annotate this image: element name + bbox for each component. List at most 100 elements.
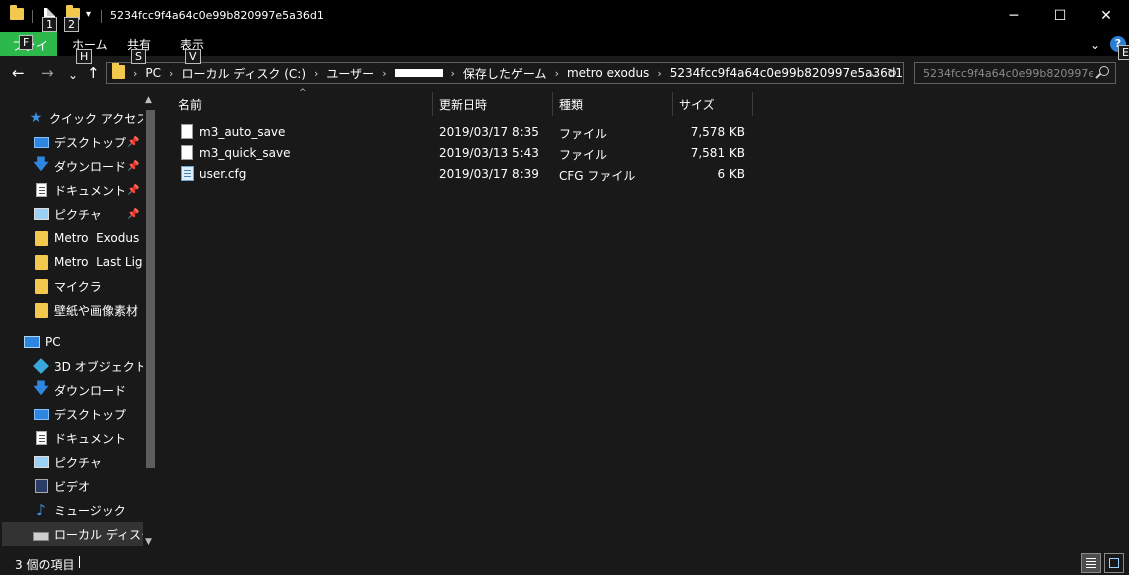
sidebar-item-label: ドキュメント <box>54 431 127 446</box>
file-size: 6 KB <box>717 167 745 181</box>
maximize-button[interactable]: ☐ <box>1037 0 1083 32</box>
sidebar-item-label: デスクトップ <box>54 407 127 422</box>
breadcrumb-pc[interactable]: PC <box>145 66 161 80</box>
quick-access-dropdown-icon[interactable]: ▾ <box>86 9 91 20</box>
pin-icon[interactable]: 📌 <box>127 161 139 172</box>
sidebar-item-label: ピクチャ <box>54 455 102 470</box>
file-row[interactable]: m3_auto_save 2019/03/17 8:35 ファイル 7,578 … <box>172 122 752 143</box>
back-button[interactable]: ← <box>12 64 25 82</box>
breadcrumb-metro-exodus[interactable]: metro exodus <box>567 66 649 80</box>
minimize-button[interactable]: ─ <box>991 0 1037 32</box>
folder-icon <box>33 278 49 294</box>
sidebar-item-metro-exodus[interactable]: Metro Exodus <box>33 226 143 250</box>
breadcrumb-separator[interactable]: › <box>382 67 386 80</box>
column-header-date[interactable]: 更新日時 <box>439 96 487 113</box>
file-type: CFG ファイル <box>559 169 636 183</box>
computer-icon <box>24 334 40 350</box>
expand-ribbon-icon[interactable]: ⌄ <box>1090 38 1100 52</box>
recent-locations-button[interactable]: ⌄ <box>68 66 78 84</box>
file-date: 2019/03/17 8:35 <box>439 125 539 139</box>
folder-icon <box>112 63 125 82</box>
download-icon: 🡇 <box>33 378 49 397</box>
3d-objects-icon <box>33 358 49 374</box>
address-dropdown-icon[interactable]: ⌄ <box>869 66 879 80</box>
folder-icon <box>33 254 49 270</box>
column-header-size[interactable]: サイズ <box>679 96 715 113</box>
pin-icon[interactable]: 📌 <box>127 209 139 220</box>
folder-app-icon[interactable] <box>10 5 24 20</box>
file-row[interactable]: user.cfg 2019/03/17 8:39 CFG ファイル 6 KB <box>172 164 752 185</box>
file-row[interactable]: m3_quick_save 2019/03/13 5:43 ファイル 7,581… <box>172 143 752 164</box>
column-divider[interactable] <box>752 92 753 116</box>
sidebar-item-label: ダウンロード <box>54 383 127 398</box>
sidebar-item-metro-last-light[interactable]: Metro Last Light <box>33 250 143 274</box>
file-type: ファイル <box>559 127 608 141</box>
scroll-up-icon[interactable]: ▲ <box>145 95 152 105</box>
large-icons-view-button[interactable] <box>1104 553 1124 573</box>
details-view-icon <box>1086 558 1096 559</box>
breadcrumb-separator[interactable]: › <box>133 67 137 80</box>
refresh-button[interactable]: ↻ <box>887 66 897 80</box>
details-view-button[interactable] <box>1081 553 1101 573</box>
file-name: user.cfg <box>199 167 247 181</box>
sidebar-item-music[interactable]: ♪ ミュージック <box>33 498 143 522</box>
sidebar-item-label: デスクトップ <box>54 135 127 150</box>
file-size: 7,578 KB <box>690 125 745 139</box>
sidebar-item-wallpapers[interactable]: 壁紙や画像素材 <box>33 298 143 322</box>
breadcrumb-current-folder[interactable]: 5234fcc9f4a64c0e99b820997e5a36d1 <box>670 66 903 80</box>
breadcrumb-username-redacted[interactable] <box>394 69 443 77</box>
breadcrumb-separator[interactable]: › <box>451 67 455 80</box>
search-icon[interactable] <box>1099 66 1109 76</box>
column-divider[interactable] <box>432 92 433 116</box>
column-header-type[interactable]: 種類 <box>559 96 583 113</box>
column-divider[interactable] <box>552 92 553 116</box>
breadcrumb-separator[interactable]: › <box>314 67 318 80</box>
close-button[interactable]: ✕ <box>1083 0 1129 32</box>
breadcrumb-saved-games[interactable]: 保存したゲーム <box>463 65 547 82</box>
file-date: 2019/03/13 5:43 <box>439 146 539 160</box>
sidebar-item-pc-pictures[interactable]: ピクチャ <box>33 450 143 474</box>
column-divider[interactable] <box>672 92 673 116</box>
sidebar-item-pc-documents[interactable]: ドキュメント <box>33 426 143 450</box>
breadcrumb-separator[interactable]: › <box>169 67 173 80</box>
keytip-h: H <box>76 49 93 64</box>
file-type: ファイル <box>559 148 608 162</box>
sidebar-item-quick-access[interactable]: ★ クイック アクセス <box>28 106 143 130</box>
file-date: 2019/03/17 8:39 <box>439 167 539 181</box>
breadcrumb-users[interactable]: ユーザー <box>326 65 374 82</box>
search-box[interactable]: 5234fcc9f4a64c0e99b820997e... <box>914 62 1116 84</box>
file-icon <box>181 124 193 139</box>
video-icon <box>33 478 49 494</box>
drive-icon <box>33 526 49 542</box>
status-bar <box>0 549 1129 575</box>
sidebar-item-label: ピクチャ <box>54 207 102 222</box>
desktop-icon <box>33 134 49 150</box>
address-bar[interactable]: › PC › ローカル ディスク (C:) › ユーザー › › 保存したゲーム… <box>106 62 904 84</box>
sidebar-item-label: ビデオ <box>54 479 91 494</box>
breadcrumb-separator[interactable]: › <box>657 67 661 80</box>
breadcrumb-separator[interactable]: › <box>555 67 559 80</box>
sidebar-item-label: 3D オブジェクト <box>54 359 143 374</box>
sidebar-item-pc[interactable]: PC <box>24 330 143 354</box>
keytip-2: 2 <box>64 17 79 32</box>
sidebar-item-label: クイック アクセス <box>49 111 143 126</box>
sidebar-item-3d-objects[interactable]: 3D オブジェクト <box>33 354 143 378</box>
sidebar-item-minecraft[interactable]: マイクラ <box>33 274 143 298</box>
sidebar-item-pc-desktop[interactable]: デスクトップ <box>33 402 143 426</box>
sidebar-item-label: ドキュメント <box>54 183 127 198</box>
forward-button[interactable]: → <box>41 64 54 82</box>
file-name: m3_auto_save <box>199 125 286 139</box>
scroll-down-icon[interactable]: ▼ <box>145 537 152 547</box>
sidebar-item-videos[interactable]: ビデオ <box>33 474 143 498</box>
search-input[interactable]: 5234fcc9f4a64c0e99b820997e... <box>923 67 1093 80</box>
sidebar-item-local-disk[interactable]: ローカル ディスク (C <box>2 522 143 546</box>
sidebar-item-label: ミュージック <box>54 503 126 518</box>
breadcrumb-local-disk[interactable]: ローカル ディスク (C:) <box>181 65 306 82</box>
up-button[interactable]: ↑ <box>87 64 100 82</box>
column-header-name[interactable]: 名前 <box>178 96 202 113</box>
sidebar-scrollbar-thumb[interactable] <box>146 110 155 468</box>
pin-icon[interactable]: 📌 <box>127 137 139 148</box>
file-icon <box>181 145 193 160</box>
sidebar-item-pc-downloads[interactable]: 🡇 ダウンロード <box>33 378 143 402</box>
pin-icon[interactable]: 📌 <box>127 185 139 196</box>
